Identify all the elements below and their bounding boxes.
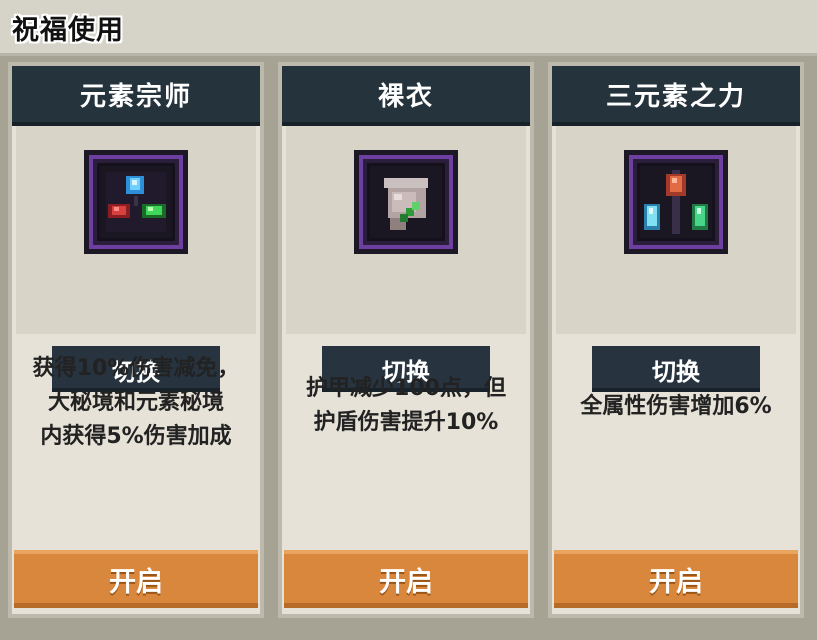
three-elements-icon bbox=[624, 150, 728, 254]
blessing-card-elemental-master: 元素宗师 切换 获得10%伤害减免， 大秘境和元素秘境 内获得5%伤害加成 开启 bbox=[8, 62, 264, 618]
card-title: 元素宗师 bbox=[12, 66, 260, 126]
blessing-card-three-elements: 三元素之力 切换 全属性伤害增加6% 开启 bbox=[548, 62, 804, 618]
naked-armor-icon bbox=[354, 150, 458, 254]
blessing-card-naked: 裸衣 切换 护甲减少100点，但 护盾伤害提升10% 开启 bbox=[278, 62, 534, 618]
icon-panel: 切换 bbox=[286, 126, 526, 392]
icon-panel: 切换 bbox=[16, 126, 256, 392]
elemental-master-icon bbox=[84, 150, 188, 254]
card-title: 三元素之力 bbox=[552, 66, 800, 126]
open-button[interactable]: 开启 bbox=[14, 550, 258, 608]
card-title: 裸衣 bbox=[282, 66, 530, 126]
open-button[interactable]: 开启 bbox=[554, 550, 798, 608]
icon-panel: 切换 bbox=[556, 126, 796, 392]
open-button[interactable]: 开启 bbox=[284, 550, 528, 608]
window-title: 祝福使用 bbox=[12, 15, 124, 46]
title-bar: 祝福使用 bbox=[0, 0, 817, 56]
